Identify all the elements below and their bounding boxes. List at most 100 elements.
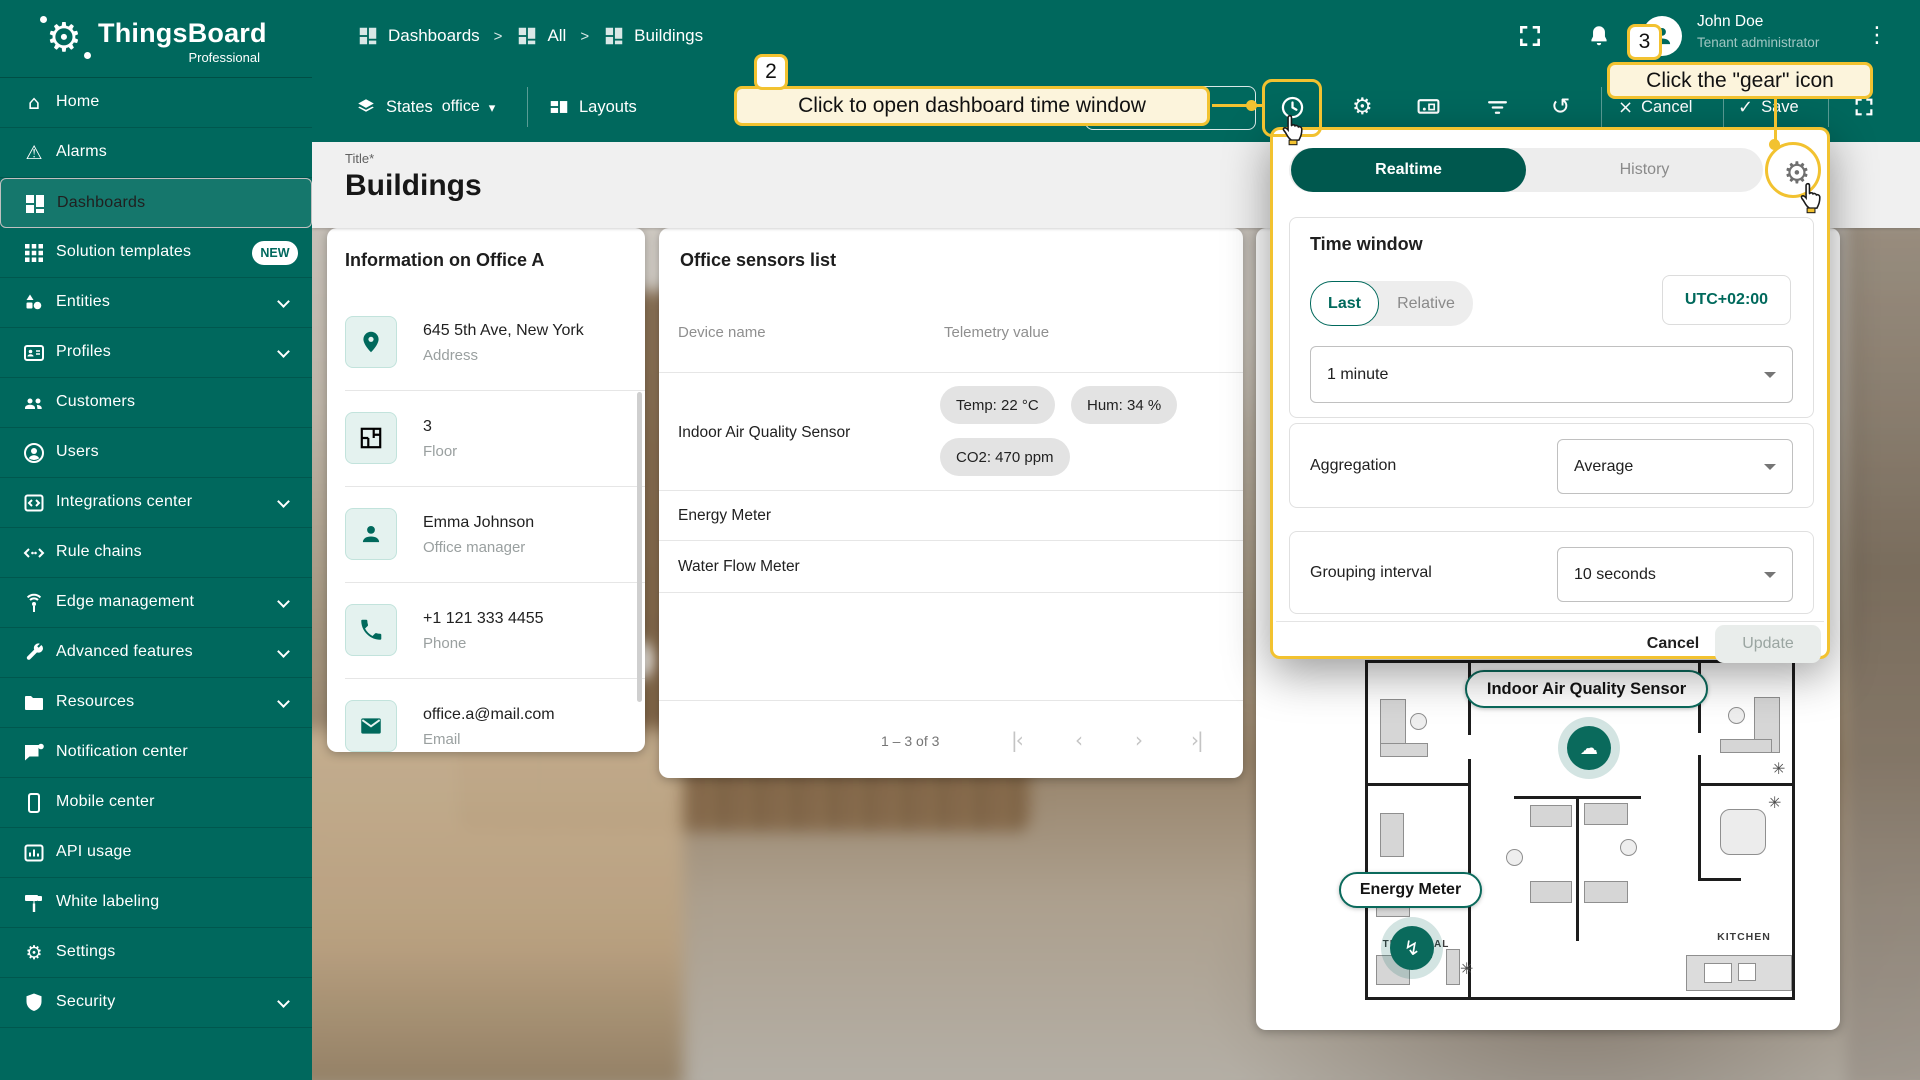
sidebar-item-solution-templates[interactable]: Solution templates NEW	[0, 228, 312, 278]
grouping-interval-label: Grouping interval	[1310, 564, 1432, 582]
breadcrumb-label: Buildings	[634, 26, 703, 46]
timezone-button[interactable]: UTC+02:00	[1662, 275, 1791, 325]
info-value-manager: Emma Johnson	[423, 514, 534, 532]
chevron-down-icon	[277, 995, 290, 1008]
api-usage-icon	[22, 841, 46, 865]
grouping-interval-select[interactable]: 10 seconds	[1557, 547, 1793, 602]
kebab-menu-icon[interactable]: ⋮	[1866, 24, 1888, 48]
column-header-telemetry[interactable]: Telemetry value	[944, 324, 1049, 341]
resources-icon	[22, 691, 46, 715]
sidebar-item-alarms[interactable]: ⚠ Alarms	[0, 128, 312, 178]
caret-down-icon	[1764, 372, 1776, 378]
sidebar-item-users[interactable]: Users	[0, 428, 312, 478]
breadcrumb-dashboards[interactable]: Dashboards	[357, 25, 480, 47]
desk	[1720, 739, 1772, 753]
sidebar-item-label: Entities	[56, 293, 110, 311]
breadcrumb-all[interactable]: All	[516, 25, 566, 47]
logo[interactable]: ⚙ ThingsBoard Professional	[0, 0, 312, 78]
room-label-kitchen: KITCHEN	[1704, 931, 1784, 943]
fullscreen-icon[interactable]	[1517, 23, 1543, 54]
dashboards-icon	[516, 25, 538, 47]
popup-update-button[interactable]: Update	[1715, 625, 1821, 663]
kitchen-sink	[1704, 963, 1732, 983]
sidebar-item-api-usage[interactable]: API usage	[0, 828, 312, 878]
previous-page-icon[interactable]: ‹	[1075, 728, 1081, 752]
sidebar-item-label: Alarms	[56, 143, 107, 161]
divider	[659, 540, 1243, 541]
white-labeling-icon	[22, 891, 46, 915]
close-icon: ×	[1618, 97, 1633, 118]
info-card-scrollbar[interactable]	[637, 392, 642, 702]
desk	[1380, 743, 1428, 757]
sidebar-item-label: Advanced features	[56, 643, 193, 661]
divider	[659, 592, 1243, 593]
grouping-value: 10 seconds	[1574, 566, 1656, 584]
air-quality-sensor-marker[interactable]: ☁	[1567, 726, 1611, 770]
sidebar-item-rule-chains[interactable]: Rule chains	[0, 528, 312, 578]
hand-cursor-gear	[1796, 180, 1830, 219]
divider	[659, 700, 1243, 701]
notifications-bell-icon[interactable]	[1586, 23, 1612, 54]
solution-templates-icon	[22, 241, 46, 265]
tab-history[interactable]: History	[1526, 148, 1763, 192]
first-page-icon[interactable]: |‹	[1011, 728, 1022, 752]
thingsboard-logo-icon: ⚙	[46, 16, 82, 60]
device-name[interactable]: Energy Meter	[678, 507, 771, 525]
sidebar-item-customers[interactable]: Customers	[0, 378, 312, 428]
states-value: office	[442, 98, 480, 116]
aggregation-group: Aggregation Average	[1289, 423, 1814, 508]
breadcrumb-label: Dashboards	[388, 26, 480, 46]
sidebar-item-profiles[interactable]: Profiles	[0, 328, 312, 378]
sensors-card: Office sensors list Device name Telemetr…	[659, 228, 1243, 778]
sidebar-item-entities[interactable]: Entities	[0, 278, 312, 328]
divider	[527, 87, 528, 127]
column-header-device[interactable]: Device name	[678, 324, 766, 341]
sidebar-item-resources[interactable]: Resources	[0, 678, 312, 728]
customers-icon	[22, 391, 46, 415]
sidebar-item-integrations-center[interactable]: Integrations center	[0, 478, 312, 528]
relative-toggle[interactable]: Relative	[1379, 281, 1473, 326]
next-page-icon[interactable]: ›	[1135, 728, 1141, 752]
last-page-icon[interactable]: ›|	[1191, 728, 1202, 752]
tab-realtime[interactable]: Realtime	[1291, 148, 1526, 192]
title-field-label: Title*	[345, 151, 374, 166]
aggregation-select[interactable]: Average	[1557, 439, 1793, 494]
energy-meter-marker[interactable]: ↯	[1390, 926, 1434, 970]
last-toggle[interactable]: Last	[1310, 281, 1379, 326]
interval-select[interactable]: 1 minute	[1310, 346, 1793, 403]
sidebar-item-notification-center[interactable]: Notification center	[0, 728, 312, 778]
breadcrumb-buildings[interactable]: Buildings	[603, 25, 703, 47]
divider	[345, 390, 645, 391]
sidebar-item-label: Profiles	[56, 343, 111, 361]
sidebar-item-dashboards[interactable]: Dashboards	[0, 178, 312, 228]
chair	[1506, 849, 1523, 866]
layouts-button[interactable]: Layouts	[548, 72, 637, 142]
breadcrumb: Dashboards > All > Buildings	[357, 0, 703, 72]
sidebar-item-settings[interactable]: ⚙ Settings	[0, 928, 312, 978]
sidebar-item-mobile-center[interactable]: Mobile center	[0, 778, 312, 828]
dashboard-title-input[interactable]: Buildings	[345, 169, 482, 203]
sidebar-item-label: Security	[56, 993, 115, 1011]
states-selector[interactable]: States office ▾	[355, 72, 495, 142]
chevron-down-icon	[277, 595, 290, 608]
floorplan-label-air-quality[interactable]: Indoor Air Quality Sensor	[1465, 670, 1708, 708]
sidebar-item-white-labeling[interactable]: White labeling	[0, 878, 312, 928]
edge-management-icon	[22, 591, 46, 615]
sidebar: ⚙ ThingsBoard Professional ⌂ Home ⚠ Alar…	[0, 0, 312, 1080]
device-name[interactable]: Water Flow Meter	[678, 558, 800, 576]
user-role: Tenant administrator	[1697, 35, 1819, 50]
caret-down-icon	[1764, 572, 1776, 578]
popup-cancel-button[interactable]: Cancel	[1643, 629, 1703, 659]
device-name[interactable]: Indoor Air Quality Sensor	[678, 424, 850, 442]
breadcrumb-separator: >	[580, 28, 589, 45]
sidebar-item-home[interactable]: ⌂ Home	[0, 78, 312, 128]
chair	[1728, 707, 1745, 724]
sidebar-item-security[interactable]: Security	[0, 978, 312, 1028]
floor-plan: ✳ ✳ ✳ TECHNICAL ROOM KITCHEN ☁ ↯	[1365, 660, 1795, 1000]
sidebar-item-advanced-features[interactable]: Advanced features	[0, 628, 312, 678]
sidebar-item-edge-management[interactable]: Edge management	[0, 578, 312, 628]
plant-icon: ✳	[1772, 759, 1785, 778]
floorplan-label-energy-meter[interactable]: Energy Meter	[1339, 872, 1482, 908]
pagination-range: 1 – 3 of 3	[881, 733, 939, 749]
info-label-floor: Floor	[423, 443, 457, 460]
